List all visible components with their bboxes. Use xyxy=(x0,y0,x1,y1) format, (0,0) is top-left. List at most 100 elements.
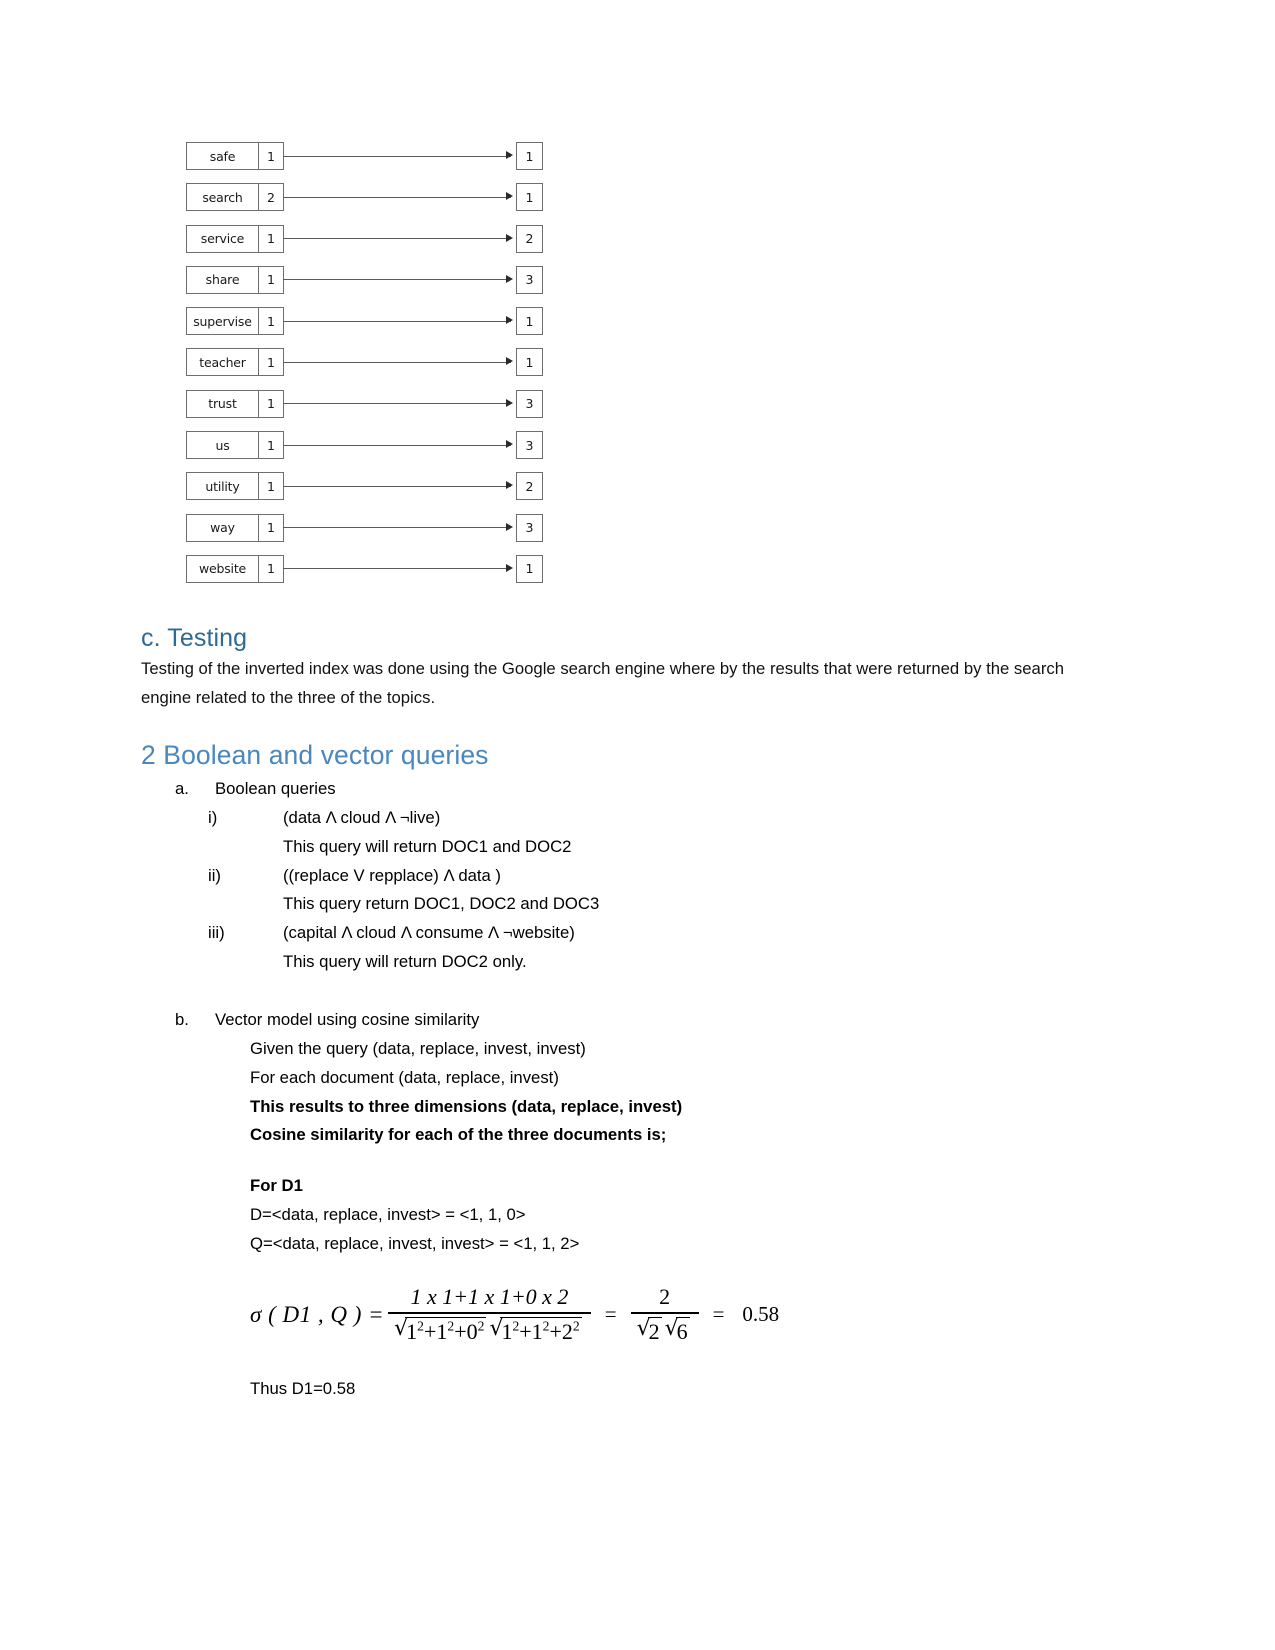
posting-connector-line xyxy=(283,403,511,405)
vector-dimensions-note: This results to three dimensions (data, … xyxy=(250,1096,683,1116)
vector-for-each-document: For each document (data, replace, invest… xyxy=(250,1067,559,1087)
inverted-index-diagram: safe 1 1 search 2 1 service 1 2 share 1 3 supervise 1… xyxy=(186,142,556,596)
list-item-query-i: i) (data Λ cloud Λ ¬live) xyxy=(208,804,1101,833)
sqrt-two: 2 xyxy=(637,1316,662,1345)
arrow-right-icon xyxy=(506,316,513,325)
sqrt-q-norm: 12+12+22 xyxy=(489,1316,582,1345)
term-label: utility xyxy=(205,478,240,494)
list-marker-a: a. xyxy=(175,779,189,799)
term-entry-box: share 1 xyxy=(186,265,284,294)
posting-box: 1 xyxy=(516,142,543,170)
term-frequency: 1 xyxy=(258,473,283,500)
term-entry-box: trust 1 xyxy=(186,389,284,418)
list-marker-iii: iii) xyxy=(208,923,225,943)
heading-boolean-vector-queries: 2 Boolean and vector queries xyxy=(141,740,489,771)
index-row: share 1 3 xyxy=(186,265,556,307)
term-frequency: 2 xyxy=(258,184,283,211)
term-label: service xyxy=(200,231,245,247)
posting-connector-line xyxy=(283,485,511,487)
term-label: safe xyxy=(209,148,236,164)
arrow-right-icon xyxy=(506,192,513,201)
arrow-right-icon xyxy=(506,357,513,366)
list-item-query-iii: iii) (capital Λ cloud Λ consume Λ ¬websi… xyxy=(208,919,1101,948)
sqrt-six-radicand: 6 xyxy=(675,1316,690,1344)
pre-d1-spacer xyxy=(175,1150,1101,1172)
list-marker-i: i) xyxy=(208,808,218,828)
term-entry-box: way 1 xyxy=(186,513,284,542)
posting-connector-line xyxy=(283,361,511,363)
posting-connector-line xyxy=(283,196,511,198)
posting-connector-line xyxy=(283,568,511,570)
term-entry-box: service 1 xyxy=(186,224,284,253)
posting-box: 3 xyxy=(516,431,543,460)
term-label: supervise xyxy=(193,313,252,329)
term-frequency: 1 xyxy=(258,308,283,335)
posting-box: 1 xyxy=(516,307,543,336)
term-entry-box: safe 1 xyxy=(186,142,284,170)
index-row: trust 1 3 xyxy=(186,389,556,431)
query-expression-i: (data Λ cloud Λ ¬live) xyxy=(283,808,441,828)
sqrt-two-radicand: 2 xyxy=(647,1316,662,1344)
term-frequency: 1 xyxy=(258,266,283,293)
sqrt-d-radicand: 12+12+02 xyxy=(405,1316,487,1344)
index-row: search 2 1 xyxy=(186,183,556,224)
boolean-queries-title: Boolean queries xyxy=(215,779,336,799)
posting-box: 3 xyxy=(516,513,543,542)
query-result-ii: This query return DOC1, DOC2 and DOC3 xyxy=(283,894,600,914)
posting-box: 1 xyxy=(516,554,543,583)
posting-connector-line xyxy=(283,279,511,281)
sqrt-d-norm: 12+12+02 xyxy=(394,1316,487,1345)
index-row: teacher 1 1 xyxy=(186,348,556,389)
formula-main-fraction: 1 x 1+1 x 1+0 x 2 12+12+02 12+12+22 xyxy=(388,1284,591,1345)
term-frequency: 1 xyxy=(258,514,283,541)
term-label: us xyxy=(215,437,230,453)
list-item-boolean-queries: a. Boolean queries xyxy=(175,775,1101,804)
list-marker-ii: ii) xyxy=(208,865,221,885)
posting-connector-line xyxy=(283,238,511,240)
posting-box: 1 xyxy=(516,348,543,377)
list-item-query-ii: ii) ((replace V repplace) Λ data ) xyxy=(208,862,1101,891)
formula-result-value: 0.58 xyxy=(742,1302,780,1327)
index-row: us 1 3 xyxy=(186,431,556,472)
term-entry-box: teacher 1 xyxy=(186,348,284,377)
index-row: safe 1 1 xyxy=(186,142,556,183)
term-frequency: 1 xyxy=(258,432,283,459)
term-entry-box: search 2 xyxy=(186,183,284,212)
term-entry-box: supervise 1 xyxy=(186,307,284,336)
arrow-right-icon xyxy=(506,481,513,490)
d1-label: For D1 xyxy=(250,1176,303,1196)
term-frequency: 1 xyxy=(258,555,283,582)
formula-numerator: 1 x 1+1 x 1+0 x 2 xyxy=(410,1284,569,1310)
posting-connector-line xyxy=(283,527,511,529)
query-expression-iii: (capital Λ cloud Λ consume Λ ¬website) xyxy=(283,923,575,943)
vector-model-title: Vector model using cosine similarity xyxy=(215,1010,480,1030)
term-frequency: 1 xyxy=(258,390,283,417)
arrow-right-icon xyxy=(506,522,513,531)
formula-simplified-fraction: 2 26 xyxy=(630,1284,699,1345)
posting-box: 2 xyxy=(516,472,543,501)
formula-denominator: 12+12+02 12+12+22 xyxy=(388,1314,591,1345)
formula-equals-sign-1: = xyxy=(604,1302,617,1327)
query-result-i: This query will return DOC1 and DOC2 xyxy=(283,836,572,856)
simplified-denominator: 26 xyxy=(631,1314,699,1345)
term-label: way xyxy=(210,520,235,536)
posting-connector-line xyxy=(283,320,511,322)
arrow-right-icon xyxy=(506,563,513,572)
d1-conclusion: Thus D1=0.58 xyxy=(250,1378,356,1398)
index-row: service 1 2 xyxy=(186,224,556,266)
posting-connector-line xyxy=(283,155,511,157)
term-frequency: 1 xyxy=(258,143,283,169)
cosine-similarity-formula: σ ( D1 , Q ) = 1 x 1+1 x 1+0 x 2 12+12+0… xyxy=(175,1284,1101,1345)
posting-connector-line xyxy=(283,444,511,446)
vector-cosine-note: Cosine similarity for each of the three … xyxy=(250,1125,667,1145)
arrow-right-icon xyxy=(506,274,513,283)
index-row: utility 1 2 xyxy=(186,472,556,513)
term-frequency: 1 xyxy=(258,349,283,376)
paragraph-testing: Testing of the inverted index was done u… xyxy=(141,659,1065,707)
term-label: teacher xyxy=(199,354,246,370)
formula-left-hand-side: σ ( D1 , Q ) = xyxy=(250,1301,385,1327)
vector-given-query: Given the query (data, replace, invest, … xyxy=(250,1039,586,1059)
queries-list: a. Boolean queries i) (data Λ cloud Λ ¬l… xyxy=(141,775,1101,1403)
list-marker-b: b. xyxy=(175,1010,189,1030)
